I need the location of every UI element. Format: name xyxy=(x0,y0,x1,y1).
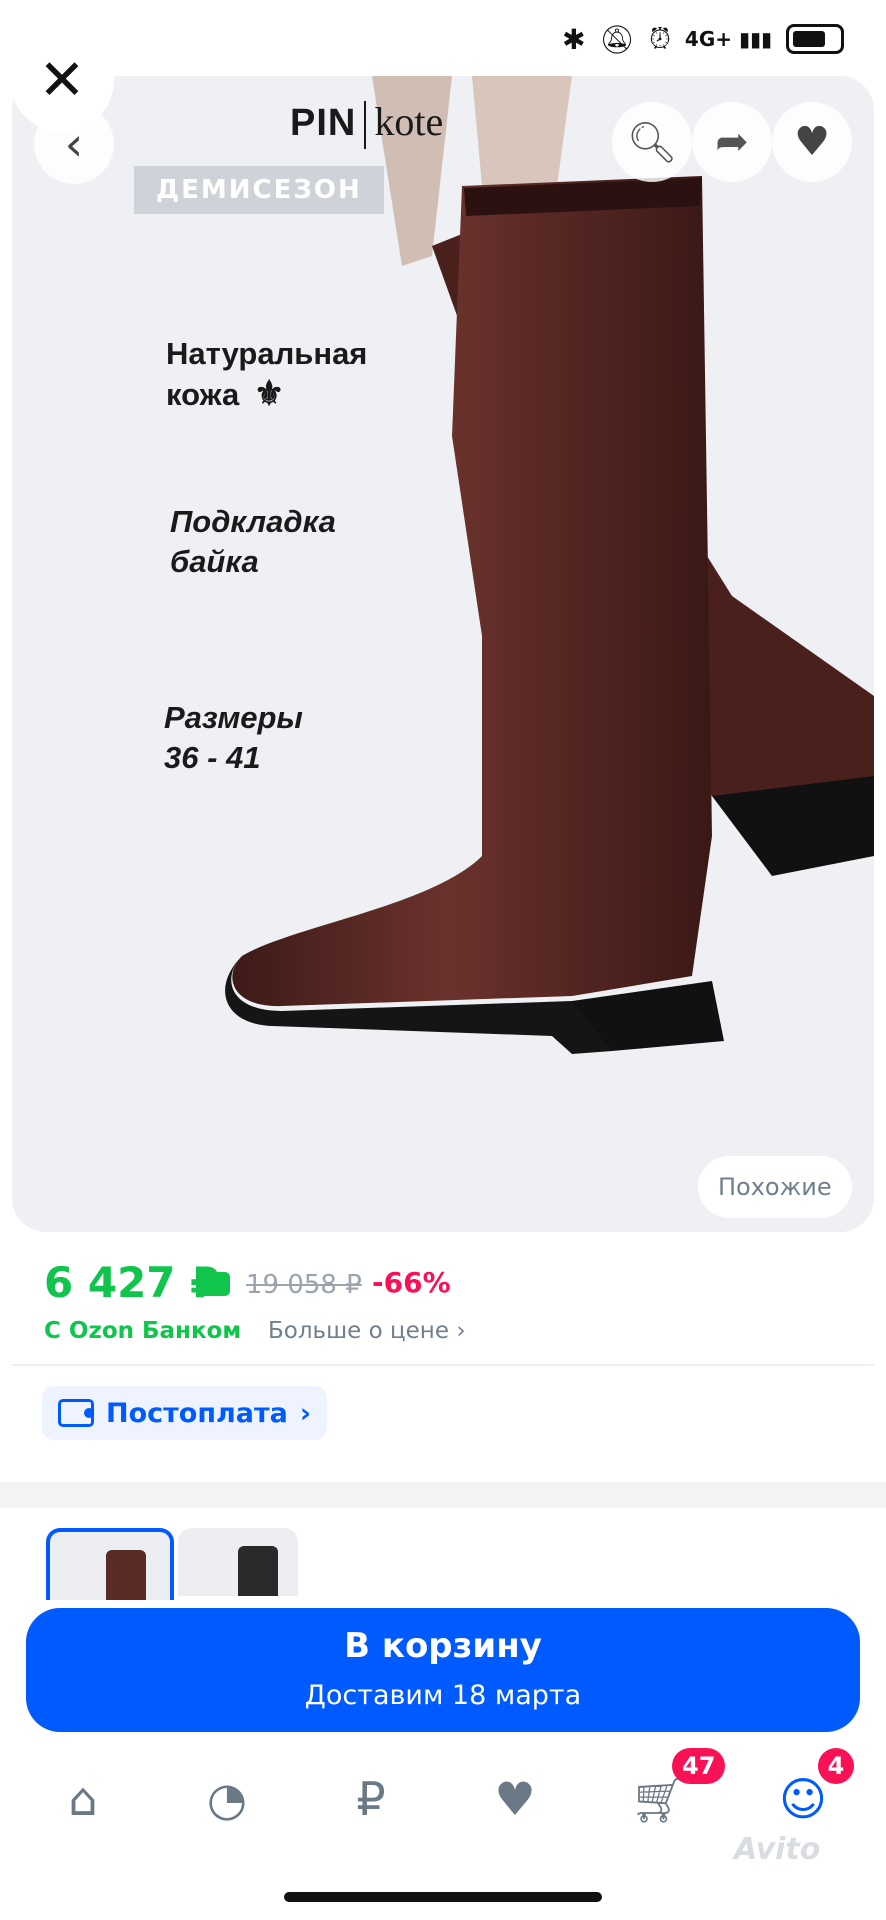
similar-button[interactable]: Похожие xyxy=(698,1156,852,1218)
season-badge: ДЕМИСЕЗОН xyxy=(134,166,384,214)
nav-catalog[interactable]: ◔ xyxy=(182,1764,272,1834)
status-bar: ✱ 🔕︎ ⏰︎ 4G+ ▮▮▮ xyxy=(0,0,886,80)
feature-lining: Подкладка байка xyxy=(170,504,336,579)
alarm-icon: ⏰︎ xyxy=(649,22,671,55)
postpay-button[interactable]: Постоплата › xyxy=(42,1386,328,1440)
leather-hide-icon: ⚜︎ xyxy=(253,375,285,413)
home-icon: ⌂ xyxy=(68,1772,98,1826)
avito-watermark: Avito xyxy=(734,1832,821,1867)
nav-favorites[interactable]: ♥ xyxy=(470,1764,560,1834)
section-gap xyxy=(0,1482,886,1508)
catalog-icon: ◔ xyxy=(206,1772,248,1826)
profile-count-badge: 4 xyxy=(818,1748,854,1784)
more-about-price-link[interactable]: Больше о цене › xyxy=(268,1318,466,1344)
favorites-icon: ♥ xyxy=(494,1772,536,1826)
chevron-right-icon: › xyxy=(456,1318,466,1344)
feature-sizes: Размеры 36 - 41 xyxy=(164,700,303,775)
close-icon: ✕ xyxy=(38,47,86,113)
card-icon xyxy=(196,1272,230,1296)
ozon-bank-label[interactable]: С Ozon Банком xyxy=(44,1318,241,1344)
product-image xyxy=(225,76,874,1054)
chevron-right-icon: › xyxy=(299,1397,312,1429)
home-indicator[interactable] xyxy=(284,1892,602,1902)
search-icon: 🔍︎ xyxy=(626,119,678,166)
mute-icon: 🔕︎ xyxy=(599,22,636,56)
old-price: 19 058 ₽ xyxy=(246,1270,362,1300)
brand-name-right: kote xyxy=(374,99,444,144)
share-icon: ➦ xyxy=(715,119,749,165)
battery-icon xyxy=(786,24,844,54)
feature-leather: Натуральная кожа ⚜︎ xyxy=(166,334,386,415)
nav-home[interactable]: ⌂ xyxy=(38,1764,128,1834)
thumbnail-boot-image xyxy=(238,1546,278,1596)
more-about-price-text: Больше о цене xyxy=(268,1318,449,1344)
product-gallery[interactable]: ‹ PIN kote 🔍︎ ➦ ♥ ДЕМИСЕЗОН Натуральная к… xyxy=(12,76,874,1232)
wallet-icon xyxy=(58,1399,94,1427)
network-label: 4G+ xyxy=(684,27,733,51)
brand-divider xyxy=(364,100,367,149)
favorite-button[interactable]: ♥ xyxy=(772,102,852,182)
search-button[interactable]: 🔍︎ xyxy=(612,102,692,182)
discount-badge: -66% xyxy=(372,1266,451,1299)
close-button[interactable]: ✕ xyxy=(10,28,114,132)
thumbnail-1[interactable] xyxy=(46,1528,174,1600)
profile-icon: ☺ xyxy=(779,1772,827,1826)
brand-logo: PIN kote xyxy=(290,98,443,149)
nav-finance[interactable]: ₽ xyxy=(326,1764,416,1834)
heart-icon: ♥ xyxy=(794,119,830,165)
add-to-cart-label: В корзину xyxy=(344,1626,542,1666)
signal-icon: 4G+ ▮▮▮ xyxy=(684,27,772,51)
cart-count-badge: 47 xyxy=(672,1748,726,1784)
finance-icon: ₽ xyxy=(356,1772,386,1826)
divider xyxy=(12,1364,874,1366)
share-button[interactable]: ➦ xyxy=(692,102,772,182)
delivery-date-label: Доставим 18 марта xyxy=(304,1680,582,1711)
current-price: 6 427 ₽ xyxy=(44,1258,220,1307)
bluetooth-icon: ✱ xyxy=(562,22,586,56)
thumbnail-boot-image xyxy=(106,1550,146,1600)
thumbnail-2[interactable] xyxy=(178,1528,298,1596)
postpay-label: Постоплата xyxy=(106,1397,288,1429)
status-icons: ✱ 🔕︎ ⏰︎ 4G+ ▮▮▮ xyxy=(562,22,844,56)
add-to-cart-button[interactable]: В корзину Доставим 18 марта xyxy=(26,1608,860,1732)
brand-name-left: PIN xyxy=(290,102,357,144)
